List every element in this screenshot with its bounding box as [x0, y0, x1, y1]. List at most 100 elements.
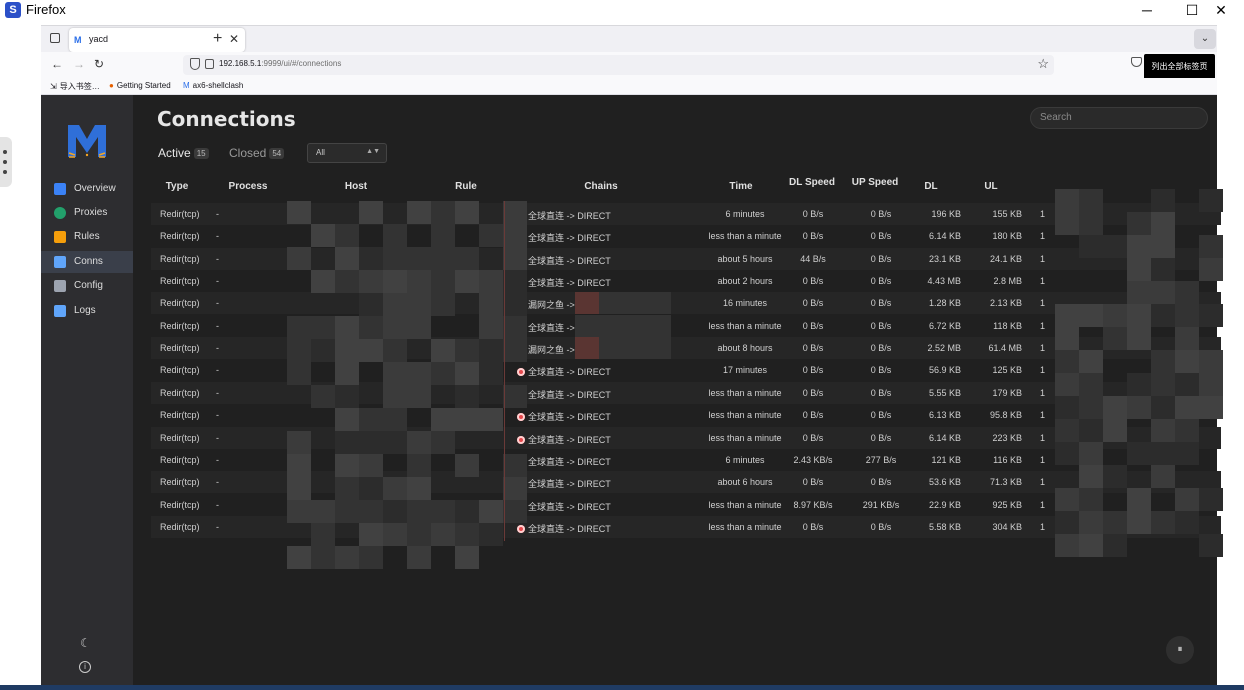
- redaction-mosaic: [431, 523, 455, 546]
- ul-header[interactable]: UL: [971, 181, 1011, 192]
- redaction-mosaic: [1151, 350, 1175, 373]
- chains-cell: 全球直连 -> DIRECT: [517, 231, 611, 244]
- yacd-logo: [68, 125, 106, 158]
- redaction-mosaic: [1079, 212, 1103, 235]
- source-filter-select[interactable]: All ▲▼: [307, 143, 387, 163]
- target-icon: [517, 413, 525, 422]
- dl-cell: 22.9 KB: [928, 499, 961, 510]
- process-cell: -: [216, 387, 219, 398]
- dl-speed-cell: 0 B/s: [802, 365, 824, 376]
- rule-header[interactable]: Rule: [436, 181, 496, 192]
- tab-closed[interactable]: Closed 54: [229, 146, 285, 160]
- back-button[interactable]: ←: [51, 57, 63, 71]
- start-cell: 1: [1040, 276, 1046, 287]
- sidebar-item-logs[interactable]: Logs: [41, 300, 133, 322]
- url-text[interactable]: 192.168.5.1:9999/ui/#/connections: [219, 59, 341, 68]
- redaction-mosaic: [1127, 235, 1151, 258]
- minimize-button[interactable]: ─: [1124, 0, 1170, 21]
- ul-cell: 2.8 MB: [993, 276, 1022, 287]
- search-input[interactable]: Search: [1030, 107, 1208, 129]
- redaction-mosaic: [1127, 327, 1151, 350]
- process-cell: -: [216, 477, 219, 488]
- list-all-tabs-button[interactable]: ⌄: [1194, 29, 1216, 49]
- taskbar-edge: [0, 685, 1244, 690]
- start-cell: 1: [1040, 521, 1046, 532]
- tooltip-list-all-tabs: 列出全部标签页: [1144, 54, 1215, 80]
- redaction-mosaic: [1055, 304, 1079, 327]
- chains-cell: 全球直连 -> DIRECT: [517, 477, 611, 490]
- bookmark-ax6[interactable]: Max6-shellclash: [183, 81, 243, 90]
- redaction-mosaic: [503, 293, 527, 316]
- redaction-mosaic: [1055, 189, 1079, 212]
- bookmark-getting-started[interactable]: ● Getting Started: [109, 81, 171, 90]
- process-cell: -: [216, 298, 219, 309]
- tab-active[interactable]: Active 15: [158, 146, 209, 160]
- redaction-mosaic: [407, 385, 431, 408]
- redaction-mosaic: [359, 293, 383, 316]
- redaction-mosaic: [407, 477, 431, 500]
- sidebar-item-config[interactable]: Config: [41, 275, 133, 297]
- desktop-left-strip: [0, 21, 41, 685]
- close-window-button[interactable]: ✕: [1198, 0, 1244, 21]
- redaction-mosaic: [1079, 488, 1103, 511]
- process-header[interactable]: Process: [213, 181, 283, 192]
- process-cell: -: [216, 320, 219, 331]
- yacd-favicon-icon: M: [74, 35, 82, 45]
- chains-cell: 全球直连 -> DIRECT: [517, 433, 611, 446]
- redaction-mosaic: [359, 454, 383, 477]
- redaction-mosaic: [287, 362, 311, 385]
- redaction-mosaic: [383, 500, 407, 523]
- time-header[interactable]: Time: [711, 181, 771, 192]
- dl-cell: 1.28 KB: [928, 298, 961, 309]
- redaction-mosaic: [383, 270, 407, 293]
- sidebar-item-label: Proxies: [74, 207, 108, 218]
- chains-header[interactable]: Chains: [561, 181, 641, 192]
- import-icon: ⇲: [50, 82, 57, 91]
- redaction-mosaic: [599, 314, 671, 337]
- chains-cell: 全球直连 -> DIRECT: [517, 500, 611, 513]
- edge-drag-handle[interactable]: [0, 137, 12, 187]
- redaction-mosaic: [1079, 442, 1103, 465]
- chains-cell: 全球直连 -> DIRECT: [517, 522, 611, 535]
- sidebar-item-overview[interactable]: Overview: [41, 178, 133, 200]
- redaction-mosaic: [503, 224, 527, 247]
- redaction-mosaic: [1055, 350, 1079, 373]
- dl-speed-header[interactable]: DL Speed: [781, 177, 843, 188]
- host-header[interactable]: Host: [321, 181, 391, 192]
- ul-cell: 2.13 KB: [989, 298, 1022, 309]
- sidebar-item-proxies[interactable]: Proxies: [41, 202, 133, 224]
- sidebar-item-conns[interactable]: Conns: [41, 251, 133, 273]
- tab-close-icon[interactable]: ✕: [229, 32, 239, 46]
- up-speed-cell: 277 B/s: [865, 454, 897, 465]
- dl-header[interactable]: DL: [911, 181, 951, 192]
- new-tab-button[interactable]: +: [213, 30, 222, 48]
- table-row[interactable]: Redir(tcp) - 全球直连 -> DIRECT about 5 hours 44…: [151, 247, 1221, 270]
- redaction-mosaic: [335, 546, 359, 569]
- sidebar-item-rules[interactable]: Rules: [41, 226, 133, 248]
- pocket-icon[interactable]: [1131, 57, 1142, 67]
- redaction-mosaic: [1103, 419, 1127, 442]
- firefox-view-icon[interactable]: [50, 33, 60, 43]
- reload-button[interactable]: ↻: [94, 57, 104, 71]
- bookmark-star-icon[interactable]: ☆: [1037, 56, 1049, 72]
- redaction-mosaic: [503, 201, 527, 224]
- chains-cell: 全球直连 -> DIRECT: [517, 276, 611, 289]
- redaction-mosaic: [575, 292, 599, 315]
- forward-button[interactable]: →: [73, 57, 85, 71]
- redaction-mosaic: [1199, 396, 1223, 419]
- dl-speed-cell: 0 B/s: [802, 276, 824, 287]
- up-speed-cell: 0 B/s: [870, 387, 892, 398]
- info-icon[interactable]: i: [79, 661, 91, 673]
- bookmark-import[interactable]: ⇲ 导入书签…: [50, 81, 100, 92]
- redaction-mosaic: [407, 270, 431, 293]
- chains-cell: 全球直连 -> DIRECT: [517, 209, 611, 222]
- type-header[interactable]: Type: [151, 181, 203, 192]
- moon-icon[interactable]: ☾: [80, 636, 91, 650]
- up-speed-header[interactable]: UP Speed: [843, 177, 907, 188]
- pause-button[interactable]: ⏸: [1166, 636, 1194, 664]
- url-bar[interactable]: 192.168.5.1:9999/ui/#/connections ☆: [183, 55, 1054, 75]
- lock-icon[interactable]: [205, 59, 214, 69]
- redaction-mosaic: [1199, 189, 1223, 212]
- chain-text: 全球直连 -> DIRECT: [528, 501, 611, 512]
- tracking-shield-icon[interactable]: [190, 58, 200, 70]
